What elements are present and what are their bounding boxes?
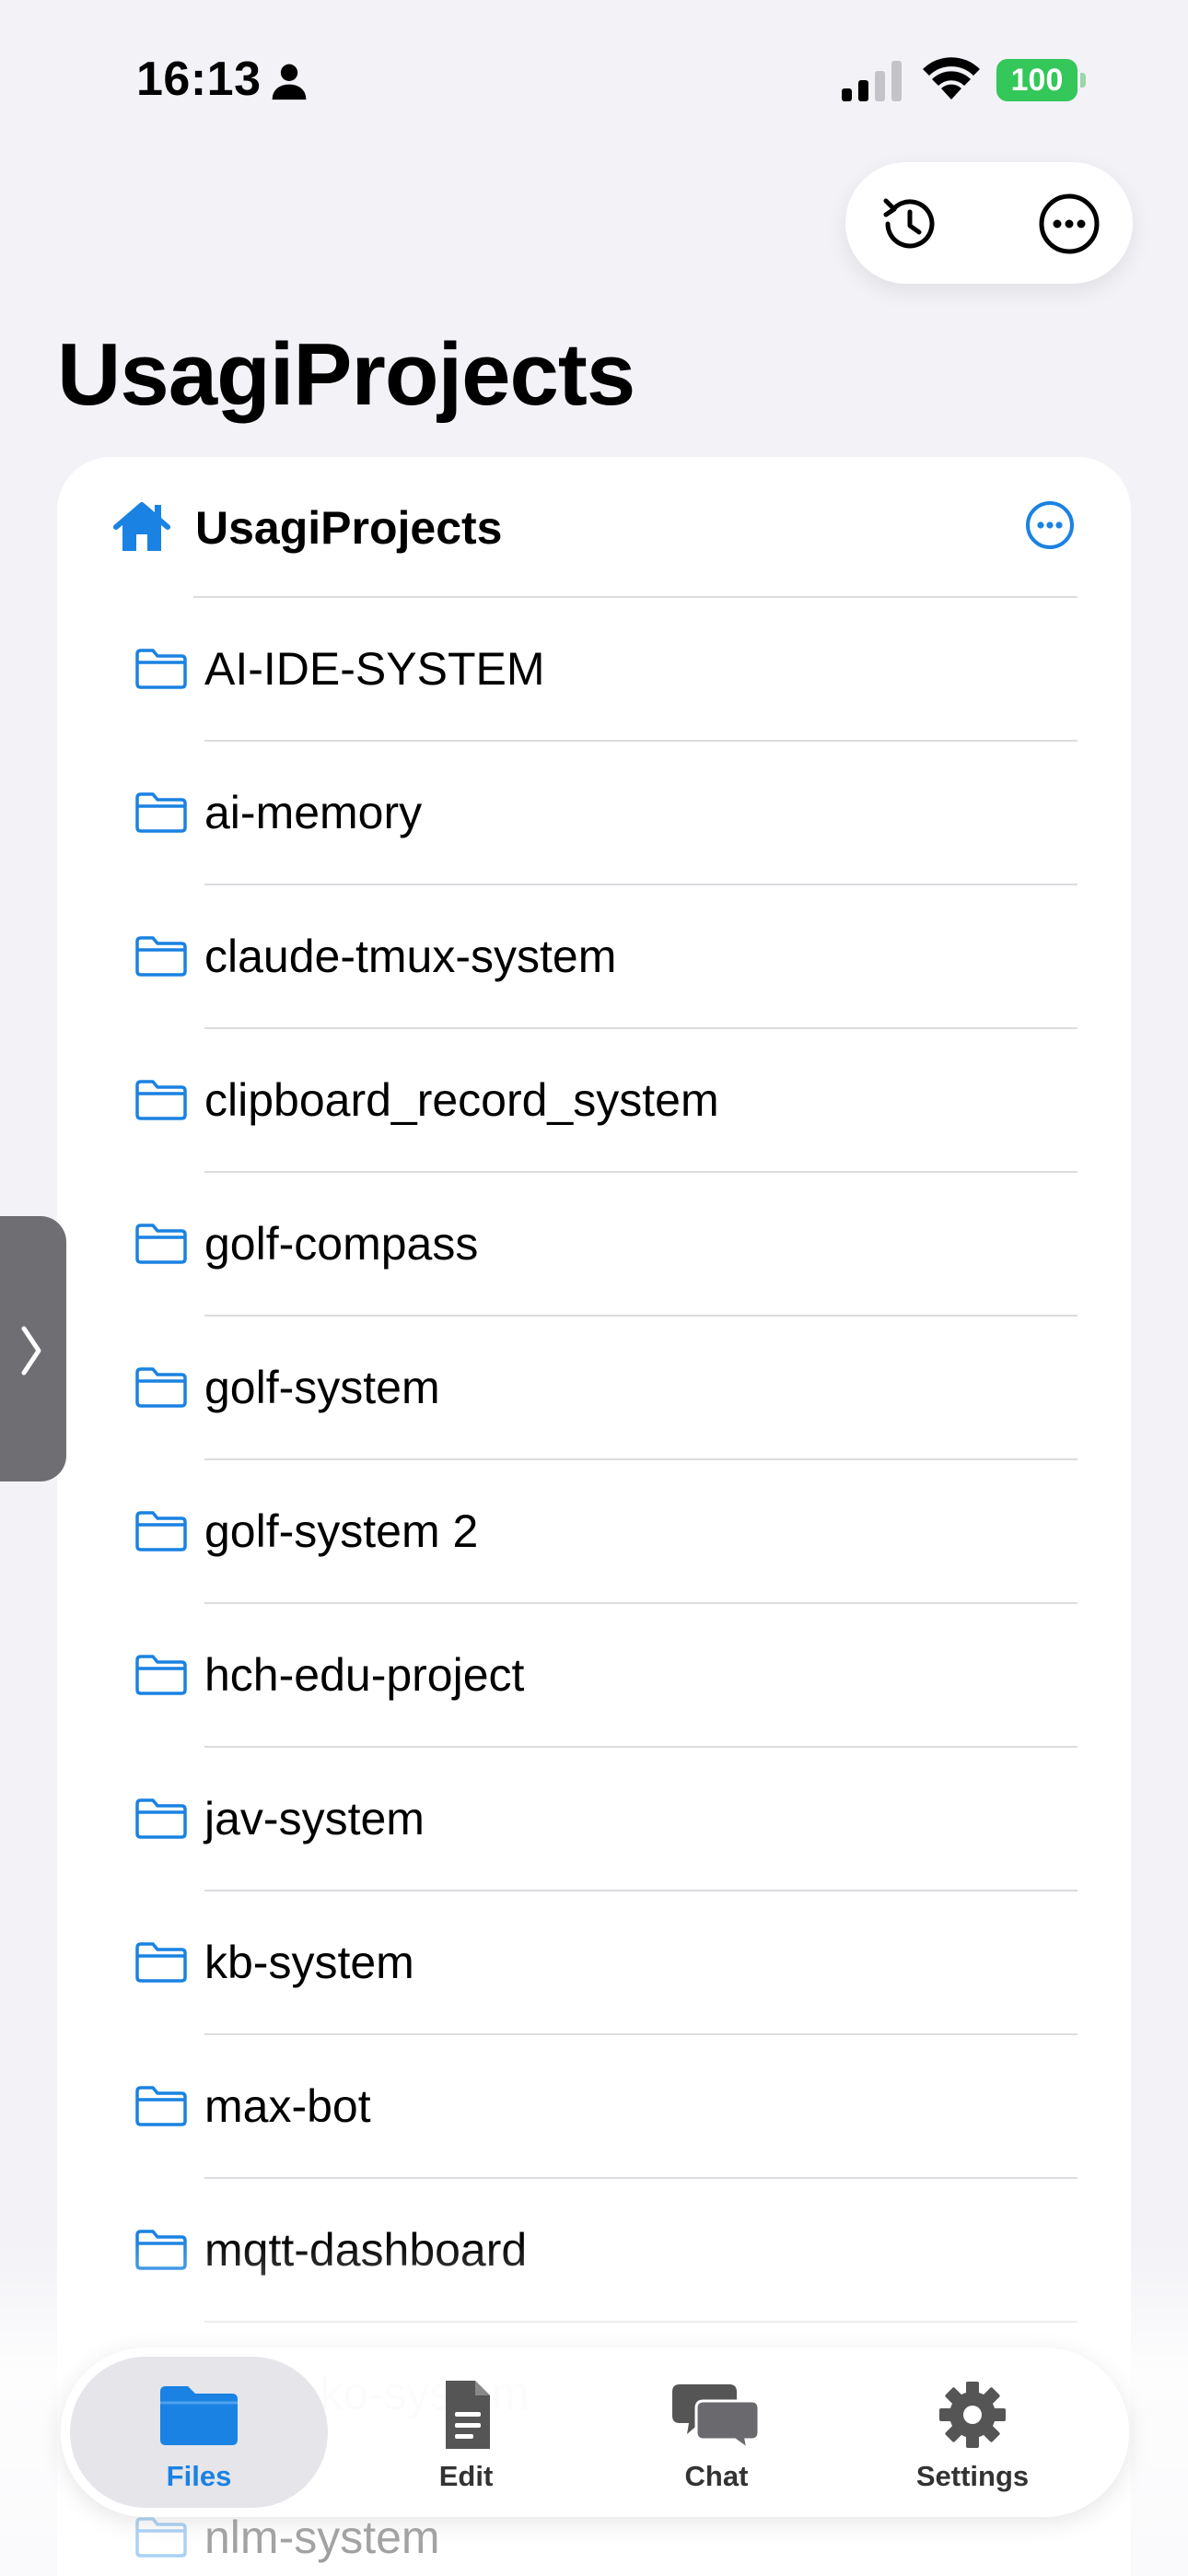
document-icon [446,2381,490,2449]
folder-icon [135,1511,187,1551]
folder-name: mqtt-dashboard [204,2224,528,2276]
folder-icon [135,2230,187,2270]
wifi-icon [923,57,980,100]
folder-icon [135,1798,187,1839]
folder-name: claude-tmux-system [204,931,617,982]
tab-label: Settings [915,2460,1030,2492]
page-title: UsagiProjects [57,325,635,424]
chevron-right-icon [21,1326,41,1376]
folder-row[interactable]: golf-compass [57,1173,1131,1317]
gear-icon [939,2382,1006,2448]
folder-name: nlm-system [204,2512,440,2563]
house-icon [113,502,170,551]
card-header-title: UsagiProjects [195,502,503,554]
folder-name: hch-edu-project [204,1649,525,1701]
folder-name: golf-system [204,1362,440,1413]
top-toolbar [845,162,1133,284]
folder-fill-icon [160,2386,238,2445]
clock-history-icon[interactable] [875,190,943,258]
person-icon [272,64,307,100]
tab-label: Edit [438,2460,494,2492]
battery-indicator: 100 [996,59,1086,101]
tab-edit[interactable]: Edit [337,2357,595,2508]
folder-name: golf-system 2 [204,1505,479,1557]
folder-icon [135,792,187,833]
folder-icon [135,1655,187,1695]
folder-name: kb-system [204,1937,414,1988]
folder-icon [135,1942,187,1983]
folder-row[interactable]: hch-edu-project [57,1604,1131,1748]
folder-icon [135,1224,187,1264]
folder-icon [135,936,187,977]
folder-icon [135,1367,187,1408]
tab-label: Files [166,2460,232,2492]
side-drawer-handle[interactable] [0,1216,66,1481]
folder-row[interactable]: AI-IDE-SYSTEM [57,598,1131,742]
tab-bar: Files Edit Chat Settings [61,2348,1129,2517]
folder-row[interactable]: golf-system [57,1317,1131,1460]
cellular-signal-icon [842,61,902,101]
tab-settings[interactable]: Settings [844,2357,1101,2508]
card-header: UsagiProjects [57,457,1131,598]
folder-row[interactable]: ai-memory [57,742,1131,885]
folder-name: AI-IDE-SYSTEM [204,643,545,695]
folder-icon [135,1080,187,1120]
folder-row[interactable]: clipboard_record_system [57,1029,1131,1173]
ellipsis-circle-icon[interactable] [1024,499,1076,551]
folder-name: golf-compass [204,1218,479,1270]
folder-row[interactable]: claude-tmux-system [57,885,1131,1029]
status-time: 16:13 [136,53,262,106]
tab-chat[interactable]: Chat [588,2357,845,2508]
folder-row[interactable]: golf-system 2 [57,1460,1131,1604]
folder-card: UsagiProjects AI-IDE-SYSTEM ai-memory clau… [57,457,1131,2576]
battery-tip [1080,73,1086,88]
folder-name: jav-system [204,1793,425,1844]
folder-row[interactable]: max-bot [57,2035,1131,2179]
folder-row[interactable]: mqtt-dashboard [57,2179,1131,2323]
folder-name: clipboard_record_system [204,1074,719,1126]
folder-name: ai-memory [204,787,423,838]
folder-row[interactable]: jav-system [57,1748,1131,1891]
folder-name: max-bot [204,2080,371,2132]
folder-icon [135,2086,187,2126]
folder-list: AI-IDE-SYSTEM ai-memory claude-tmux-system… [57,598,1131,2576]
tab-label: Chat [684,2460,749,2492]
folder-icon [135,2517,187,2558]
folder-row[interactable]: kb-system [57,1891,1131,2035]
status-bar: 16:13 100 [0,0,1188,161]
tab-files[interactable]: Files [70,2357,328,2508]
chat-bubbles-icon [672,2384,761,2451]
ellipsis-circle-icon[interactable] [1035,190,1103,258]
folder-icon [135,649,187,689]
battery-level: 100 [996,59,1077,101]
